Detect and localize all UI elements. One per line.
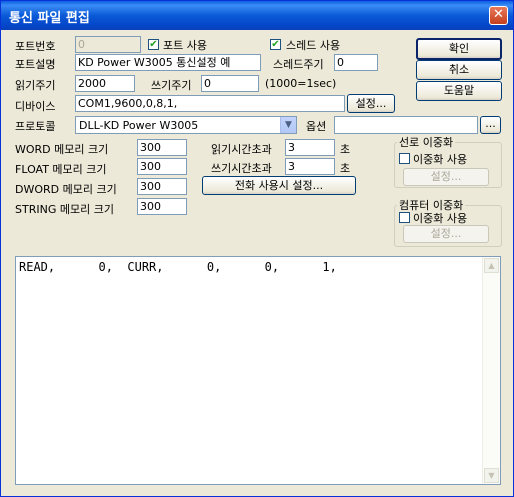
scroll-up-icon[interactable]: ▲: [484, 258, 499, 273]
word-memory-label: WORD 메모리 크기: [15, 143, 109, 156]
computer-redundancy-checkbox[interactable]: [399, 212, 410, 223]
phone-settings-button[interactable]: 전화 사용시 설정...: [202, 176, 356, 195]
thread-use-label: 스레드 사용: [286, 39, 341, 52]
edit-comm-file-dialog: 통신 파일 편집 ✕ 포트번호 0 ✔ 포트 사용 ✔ 스레드 사용 포트설명 …: [0, 0, 514, 497]
thread-cycle-field[interactable]: 0: [334, 54, 378, 71]
port-use-label: 포트 사용: [163, 39, 207, 52]
thread-use-checkbox[interactable]: ✔: [270, 39, 281, 50]
float-memory-label: FLOAT 메모리 크기: [15, 163, 107, 176]
ok-button[interactable]: 확인: [416, 38, 502, 60]
scroll-down-icon[interactable]: ▼: [484, 468, 499, 483]
device-settings-button[interactable]: 설정...: [347, 94, 395, 113]
port-number-label: 포트번호: [15, 40, 56, 53]
read-cycle-label: 읽기주기: [15, 79, 56, 92]
port-description-label: 포트설명: [15, 58, 56, 71]
write-cycle-note: (1000=1sec): [265, 77, 337, 90]
computer-redundancy-check-label: 이중화 사용: [413, 212, 468, 225]
read-timeout-unit: 초: [340, 143, 351, 156]
write-timeout-label: 쓰기시간초과: [211, 162, 272, 175]
option-browse-button[interactable]: ...: [480, 116, 501, 134]
word-memory-field[interactable]: 300: [137, 139, 187, 156]
protocol-selected-value: DLL-KD Power W3005: [79, 119, 199, 132]
close-button[interactable]: ✕: [489, 6, 508, 25]
port-use-checkbox[interactable]: ✔: [148, 39, 159, 50]
thread-cycle-label: 스레드주기: [273, 58, 324, 71]
line-redundancy-settings-button[interactable]: 설정...: [403, 168, 489, 186]
port-number-field[interactable]: 0: [75, 36, 141, 53]
device-label: 디바이스: [15, 100, 56, 113]
window-title: 통신 파일 편집: [9, 11, 90, 26]
computer-redundancy-settings-button[interactable]: 설정...: [403, 225, 489, 243]
help-button[interactable]: 도움말: [416, 81, 502, 101]
write-timeout-unit: 초: [340, 162, 351, 175]
read-cycle-field[interactable]: 2000: [75, 75, 135, 92]
option-field[interactable]: [334, 116, 478, 134]
vertical-scrollbar[interactable]: ▲ ▼: [482, 257, 500, 484]
read-timeout-field[interactable]: 3: [285, 139, 335, 156]
protocol-label: 프로토콜: [15, 120, 56, 133]
option-label: 옵션: [306, 120, 327, 133]
write-cycle-label: 쓰기주기: [151, 79, 192, 92]
script-content: READ, 0, CURR, 0, 0, 1,: [19, 260, 337, 274]
line-redundancy-check-label: 이중화 사용: [413, 153, 468, 166]
string-memory-label: STRING 메모리 크기: [15, 203, 114, 216]
protocol-dropdown[interactable]: DLL-KD Power W3005 ▼: [75, 116, 297, 134]
cancel-button[interactable]: 취소: [416, 60, 502, 80]
read-timeout-label: 읽기시간초과: [211, 143, 272, 156]
port-description-field[interactable]: KD Power W3005 통신설정 예: [75, 54, 261, 71]
dword-memory-field[interactable]: 300: [137, 178, 187, 195]
script-editor[interactable]: READ, 0, CURR, 0, 0, 1, ▲ ▼: [15, 256, 501, 485]
string-memory-field[interactable]: 300: [137, 198, 187, 215]
line-redundancy-checkbox[interactable]: [399, 153, 410, 164]
write-cycle-field[interactable]: 0: [201, 75, 259, 92]
write-timeout-field[interactable]: 3: [285, 158, 335, 175]
device-field[interactable]: COM1,9600,0,8,1,: [75, 95, 345, 112]
float-memory-field[interactable]: 300: [137, 158, 187, 175]
dropdown-arrow-icon[interactable]: ▼: [280, 117, 296, 133]
line-redundancy-title: 선로 이중화: [397, 134, 456, 150]
dword-memory-label: DWORD 메모리 크기: [15, 183, 117, 196]
title-bar[interactable]: 통신 파일 편집 ✕: [1, 1, 513, 30]
